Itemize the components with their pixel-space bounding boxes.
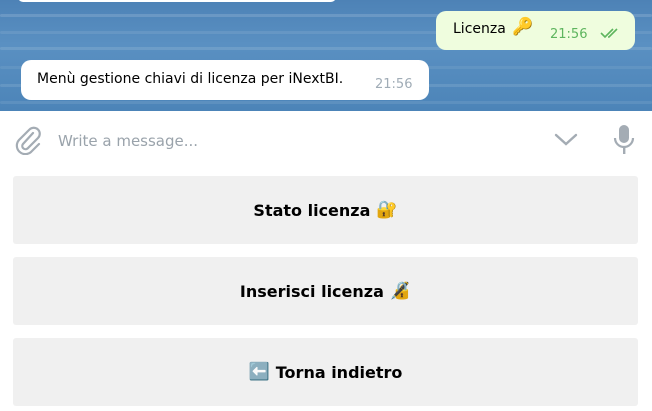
inserisci-licenza-button[interactable]: Inserisci licenza 🔏 — [13, 257, 638, 325]
outgoing-message-time: 21:56 — [550, 27, 588, 42]
incoming-message-time: 21:56 — [375, 77, 413, 92]
stato-licenza-label: Stato licenza — [253, 200, 371, 220]
stato-licenza-button[interactable]: Stato licenza 🔐 — [13, 176, 638, 244]
paperclip-icon[interactable] — [14, 125, 42, 159]
torna-indietro-button[interactable]: ⬅️ Torna indietro — [13, 338, 638, 406]
incoming-message-text: Menù gestione chiavi di licenza per iNex… — [37, 71, 344, 87]
previous-message-bubble — [18, 0, 336, 2]
chat-background: Licenza 🔑 21:56 Menù gestione chiavi di … — [0, 0, 652, 111]
back-arrow-icon: ⬅️ — [248, 362, 270, 382]
outgoing-message[interactable]: Licenza 🔑 21:56 — [436, 11, 635, 50]
incoming-message[interactable]: Menù gestione chiavi di licenza per iNex… — [21, 60, 429, 100]
lock-with-key-icon: 🔐 — [376, 200, 398, 220]
outgoing-message-text: Licenza — [453, 21, 506, 37]
read-checkmarks-icon — [600, 24, 622, 43]
key-emoji: 🔑 — [512, 17, 534, 37]
microphone-icon[interactable] — [612, 123, 636, 161]
message-input[interactable] — [56, 128, 530, 154]
message-composer — [0, 111, 652, 169]
inserisci-licenza-label: Inserisci licenza — [239, 281, 384, 301]
chevron-down-icon[interactable] — [553, 130, 579, 152]
torna-indietro-label: Torna indietro — [275, 362, 403, 382]
lock-with-pen-icon: 🔏 — [389, 281, 412, 301]
